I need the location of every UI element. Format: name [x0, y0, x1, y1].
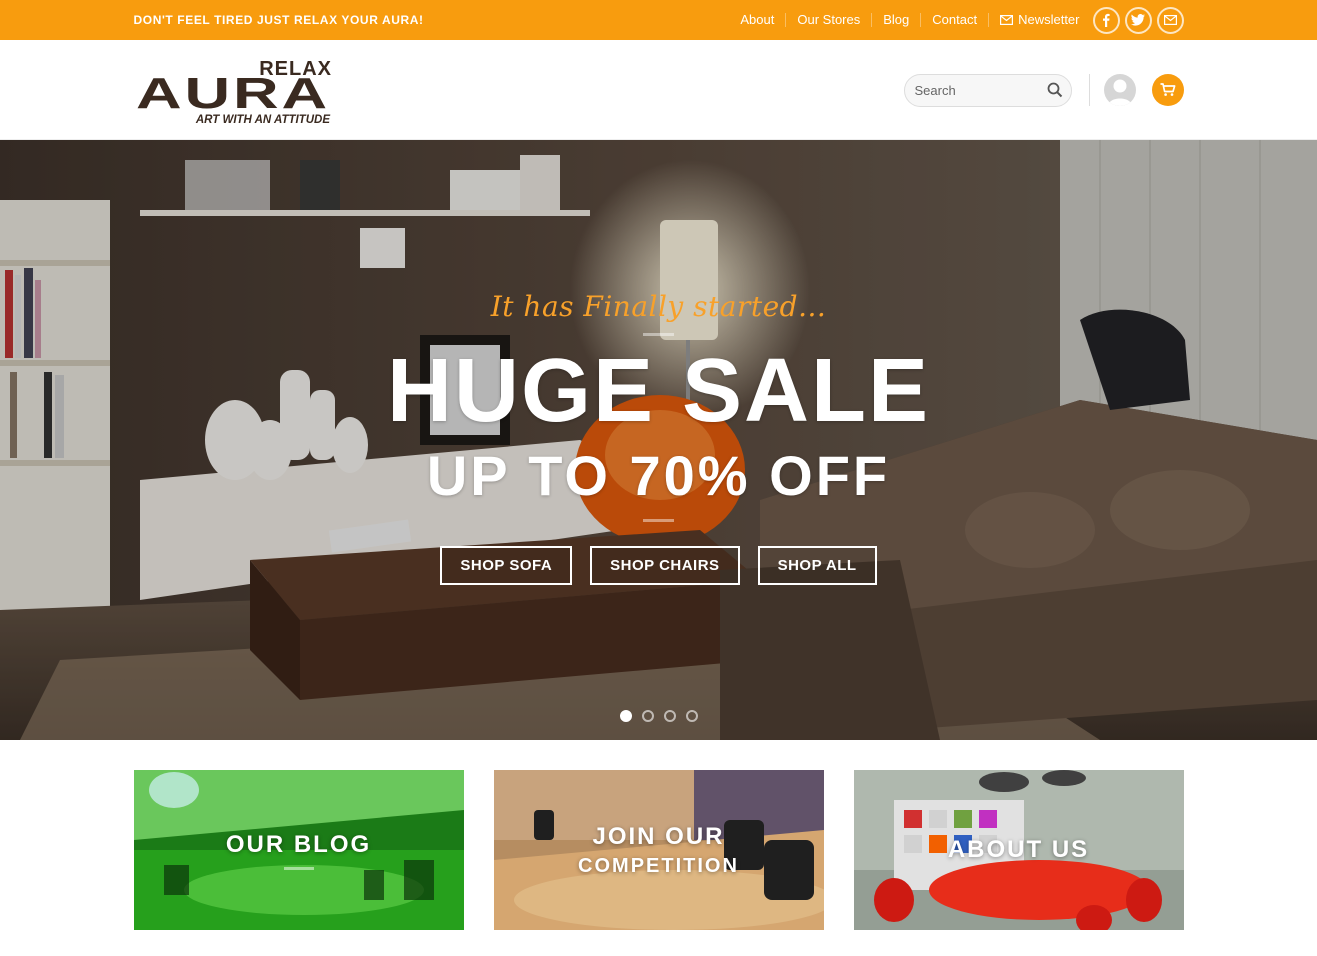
nav-about[interactable]: About: [729, 13, 785, 27]
banner-our-blog[interactable]: OUR BLOG: [133, 770, 464, 930]
banner-about-us[interactable]: ABOUT US: [853, 770, 1184, 930]
shop-chairs-button[interactable]: SHOP CHAIRS: [590, 546, 740, 585]
slider-dot-2[interactable]: [641, 710, 654, 722]
search-box: [903, 73, 1072, 107]
cart-button[interactable]: [1151, 74, 1184, 106]
cart-icon: [1160, 83, 1175, 96]
hero-script-text: It has Finally started...: [490, 290, 827, 323]
nav-blog[interactable]: Blog: [871, 13, 920, 27]
top-nav: About Our Stores Blog Contact Newsletter: [729, 0, 1184, 40]
relax-aura-logo: RELAX AURA ART WITH AN ATTITUDE: [136, 58, 331, 126]
twitter-icon[interactable]: [1124, 6, 1152, 34]
hero-divider-bottom: [643, 519, 674, 522]
tagline: DON'T FEEL TIRED JUST RELAX YOUR AURA!: [133, 13, 424, 27]
site-header: RELAX AURA ART WITH AN ATTITUDE: [0, 40, 1317, 140]
nav-our-stores[interactable]: Our Stores: [785, 13, 871, 27]
nav-contact[interactable]: Contact: [920, 13, 988, 27]
slider-dot-4[interactable]: [685, 710, 698, 722]
social-icons: [1092, 6, 1184, 34]
shop-all-button[interactable]: SHOP ALL: [757, 546, 877, 585]
banner-competition-subtitle: COMPETITION: [578, 854, 739, 877]
slider-dots: [0, 710, 1317, 722]
email-icon[interactable]: [1156, 6, 1184, 34]
banner-competition-title: JOIN OUR: [592, 822, 725, 850]
account-icon[interactable]: [1103, 74, 1136, 106]
search-input[interactable]: [914, 82, 1035, 98]
slider-dot-1[interactable]: [619, 710, 632, 722]
search-icon[interactable]: [1047, 82, 1063, 98]
logo-main: AURA: [136, 69, 330, 118]
header-divider: [1088, 74, 1090, 106]
envelope-icon: [1000, 15, 1014, 25]
hero-divider-top: [643, 333, 674, 336]
banner-join-competition[interactable]: JOIN OUR COMPETITION: [493, 770, 824, 930]
site-logo[interactable]: RELAX AURA ART WITH AN ATTITUDE: [134, 53, 334, 128]
newsletter-label: Newsletter: [1018, 12, 1080, 27]
banner-about-title: ABOUT US: [947, 836, 1090, 863]
logo-tagline: ART WITH AN ATTITUDE: [194, 114, 329, 126]
shop-sofa-button[interactable]: SHOP SOFA: [440, 546, 573, 585]
hero-subheadline: UP TO 70% OFF: [426, 444, 891, 507]
banner-blog-title: OUR BLOG: [225, 830, 372, 858]
facebook-icon[interactable]: [1092, 6, 1120, 34]
hero-slider: It has Finally started... HUGE SALE UP T…: [0, 140, 1317, 740]
hero-headline: HUGE SALE: [386, 341, 931, 441]
nav-newsletter[interactable]: Newsletter: [988, 13, 1090, 27]
banner-blog-divider: [283, 866, 314, 870]
top-bar: DON'T FEEL TIRED JUST RELAX YOUR AURA! A…: [0, 0, 1317, 40]
slider-dot-3[interactable]: [663, 710, 676, 722]
